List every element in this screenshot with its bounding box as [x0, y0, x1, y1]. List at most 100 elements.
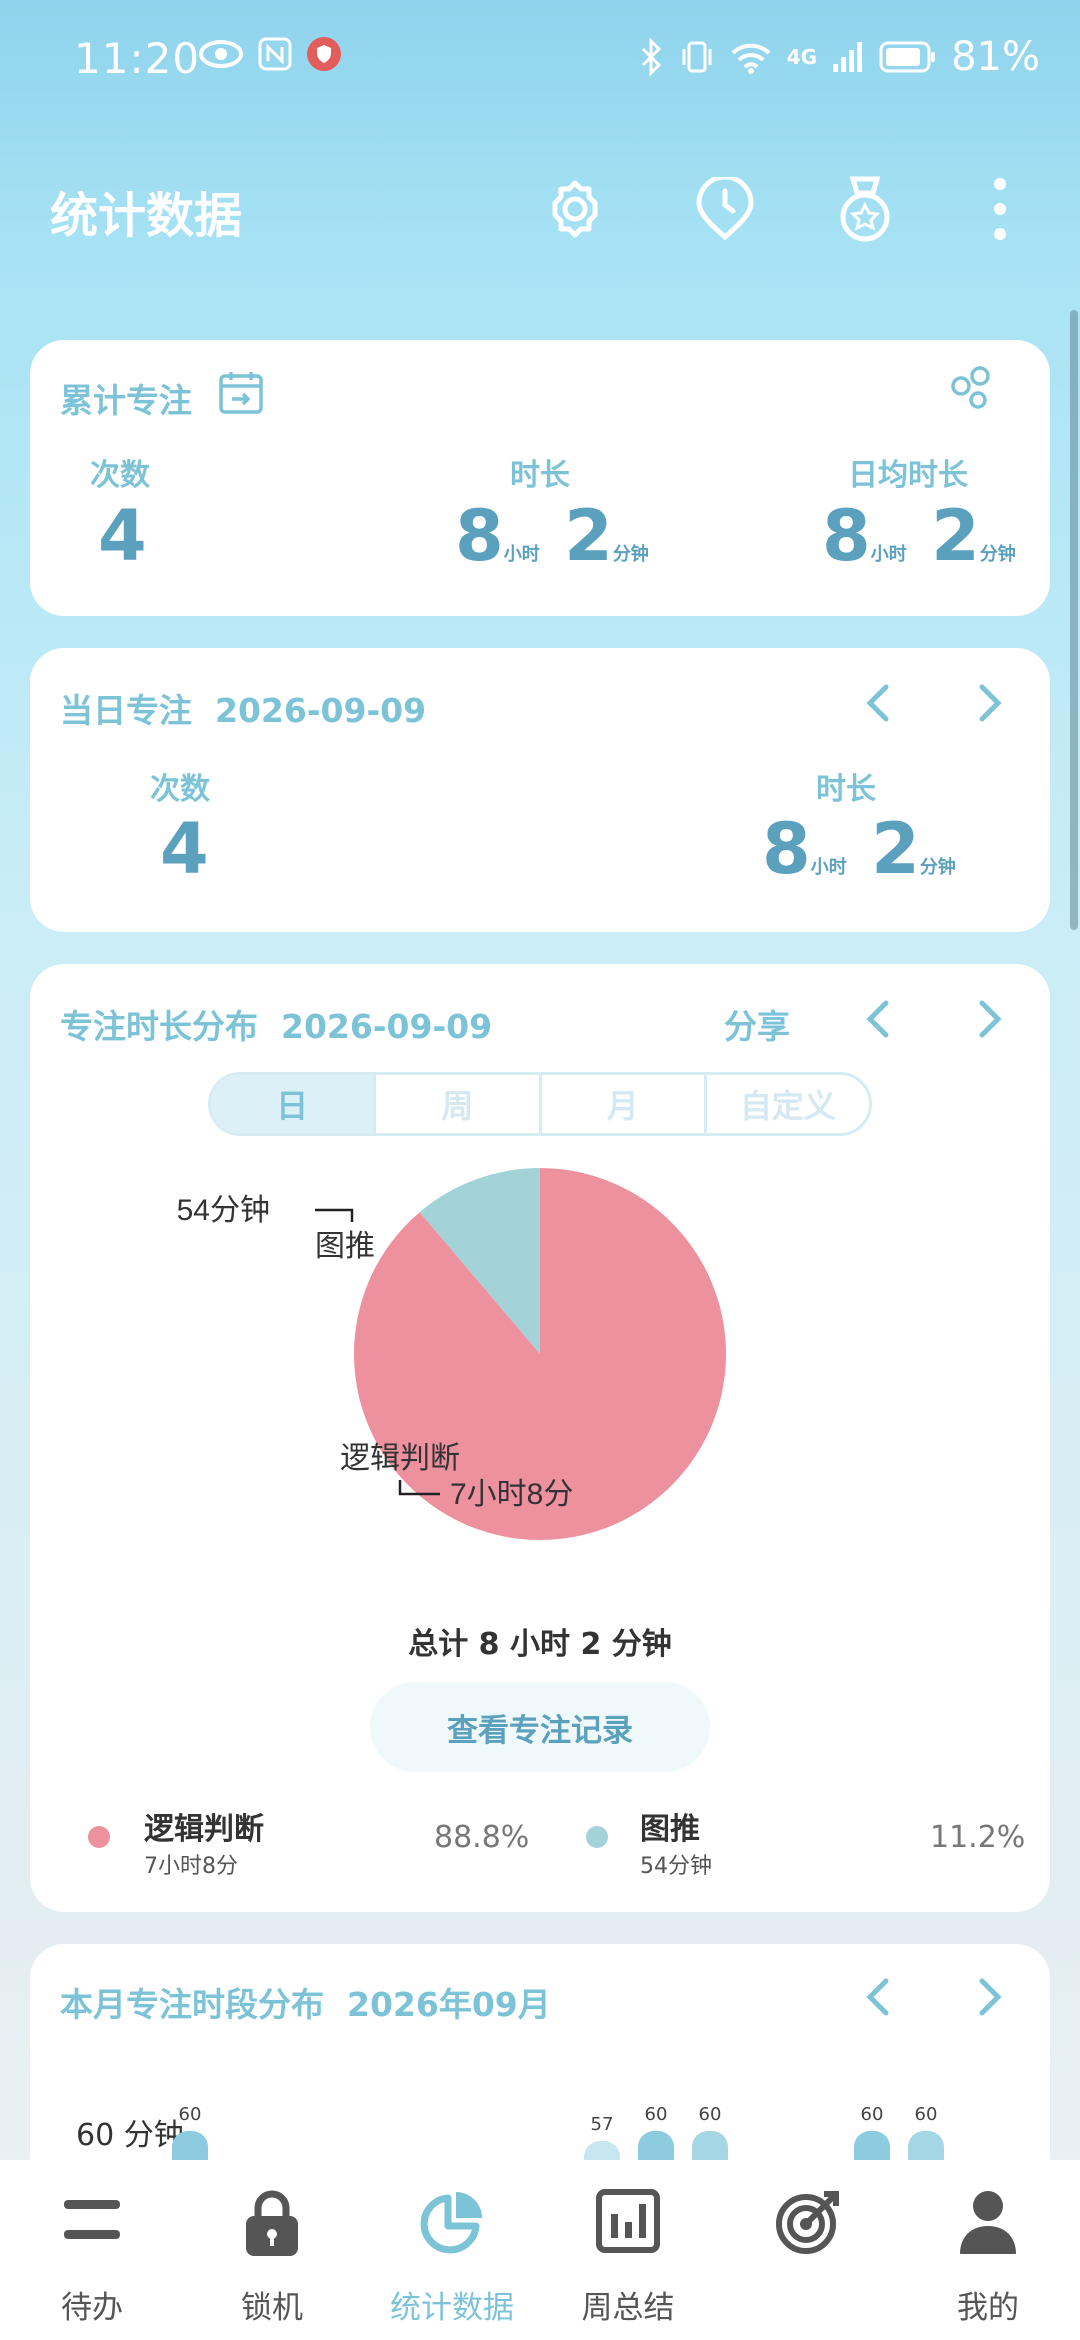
person-icon [960, 2191, 1016, 2254]
bar-value-label: 60 [914, 2104, 938, 2125]
distribution-title: 专注时长分布 2026-09-09 [60, 1000, 492, 1048]
day-focus-card: 当日专注 2026-09-09 次数 4 时长 8小时 2分钟 [30, 648, 1050, 932]
calendar-export-icon[interactable] [218, 370, 264, 416]
nav-profile[interactable]: 我的 [898, 2160, 1078, 2340]
distribution-title-text: 专注时长分布 [60, 1007, 258, 1046]
bluetooth-icon [641, 37, 661, 77]
avg-duration-value: 8小时 2分钟 [822, 495, 1016, 577]
bar-board-icon [596, 2189, 660, 2253]
chevron-right-icon [979, 1000, 1002, 1038]
minute-unit: 分钟 [919, 857, 956, 878]
nav-statistics[interactable]: 统计数据 [362, 2160, 542, 2340]
target-icon [776, 2191, 839, 2254]
vibrate-icon [682, 41, 712, 73]
legend-name-graph: 图推 [640, 1812, 700, 1847]
segment-month[interactable]: 月 [542, 1075, 707, 1133]
wifi-icon [731, 43, 771, 74]
legend-percent-graph: 11.2% [930, 1820, 1026, 1855]
hour-unit: 小时 [870, 544, 907, 565]
nav-goals[interactable] [718, 2160, 898, 2340]
pie-value-label-large: 7小时8分 [450, 1478, 573, 1511]
nav-lock[interactable]: 锁机 [182, 2160, 362, 2340]
chevron-right-icon [979, 684, 1002, 722]
pie-chart-icon [420, 2192, 482, 2254]
nav-label: 待办 [61, 2290, 123, 2326]
more-menu-button[interactable] [965, 174, 1035, 244]
page-title: 统计数据 [50, 188, 243, 244]
total-focus-card: 累计专注 次数 4 时长 8小时 2分钟 日均时长 8小时 2分钟 [30, 340, 1050, 616]
share-button[interactable]: 分享 [724, 1000, 790, 1048]
gear-icon [552, 180, 598, 238]
day-focus-title: 当日专注 2026-09-09 [60, 684, 426, 732]
history-button[interactable] [690, 174, 760, 244]
avg-duration-label: 日均时长 [848, 458, 968, 493]
avg-duration-hours: 8 [822, 495, 871, 577]
nav-todo[interactable]: 待办 [2, 2160, 182, 2340]
total-focus-title: 累计专注 [60, 381, 192, 420]
signal-icon [833, 42, 863, 72]
network-type: 4G [786, 45, 818, 69]
nav-weekly-summary[interactable]: 周总结 [538, 2160, 718, 2340]
lock-icon [246, 2190, 298, 2256]
segment-custom[interactable]: 自定义 [707, 1075, 869, 1133]
avg-duration-minutes: 2 [931, 495, 980, 577]
chevron-left-icon [866, 684, 889, 722]
hour-unit: 小时 [503, 544, 540, 565]
total-duration-hours: 8 [455, 495, 504, 577]
hour-unit: 小时 [810, 857, 847, 878]
total-count-value: 4 [98, 495, 147, 577]
y-axis-label: 60 分钟 [76, 2118, 184, 2153]
view-records-button[interactable]: 查看专注记录 [370, 1682, 710, 1772]
status-bar: 11:20 4G 81% [0, 0, 1080, 120]
bottom-nav: 待办 锁机 统计数据 周总结 我的 [0, 2160, 1080, 2340]
shield-icon [307, 37, 341, 71]
minute-unit: 分钟 [612, 544, 649, 565]
legend-time-graph: 54分钟 [640, 1854, 712, 1879]
battery-percent: 81% [951, 34, 1040, 80]
bar-value-label: 60 [860, 2104, 884, 2125]
segment-week[interactable]: 周 [376, 1075, 542, 1133]
day-duration-label: 时长 [816, 772, 876, 807]
more-vertical-icon [994, 178, 1006, 240]
clock-pin-icon [696, 177, 754, 241]
achievements-button[interactable] [830, 174, 900, 244]
month-prev-button[interactable] [852, 1972, 902, 2022]
month-period-title-text: 本月专注时段分布 [60, 1985, 324, 2024]
legend-dot-logic [88, 1826, 110, 1848]
day-duration-minutes: 2 [871, 808, 920, 890]
status-right-icons: 4G 81% [639, 34, 1040, 80]
day-count-label: 次数 [150, 772, 210, 807]
total-duration-minutes: 2 [564, 495, 613, 577]
eye-icon [199, 40, 243, 68]
scrollbar[interactable] [1070, 310, 1078, 930]
nav-label: 我的 [957, 2290, 1019, 2326]
day-duration-value: 8小时 2分钟 [762, 808, 956, 890]
dist-prev-button[interactable] [852, 994, 902, 1044]
status-time: 11:20 [74, 34, 201, 83]
dist-next-button[interactable] [966, 994, 1016, 1044]
list-icon [64, 2200, 120, 2239]
nav-label: 周总结 [581, 2290, 675, 2326]
pie-value-label-small: 54分钟 [177, 1194, 270, 1227]
distribution-card: 专注时长分布 2026-09-09 分享 日 周 月 自定义 54分钟 图推 逻… [30, 964, 1050, 1912]
pie-leader-line-small [315, 1208, 354, 1222]
chevron-left-icon [866, 1978, 889, 2016]
pie-chart: 54分钟 图推 逻辑判断 7小时8分 [177, 1168, 727, 1540]
battery-icon [879, 41, 936, 73]
nfc-icon [258, 37, 292, 71]
segment-day[interactable]: 日 [211, 1075, 377, 1133]
total-summary: 总计 8 小时 2 分钟 [408, 1627, 672, 1662]
bar-value-label: 57 [590, 2114, 614, 2135]
app-bar: 统计数据 [0, 150, 1080, 270]
settings-button[interactable] [540, 174, 610, 244]
bar-value-label: 60 [644, 2104, 668, 2125]
bubbles-icon[interactable] [948, 364, 994, 410]
status-left-icons [198, 36, 342, 72]
day-prev-button[interactable] [852, 678, 902, 728]
nav-label: 锁机 [241, 2290, 303, 2326]
month-period-date: 2026年09月 [346, 1985, 551, 2024]
day-duration-hours: 8 [762, 808, 811, 890]
pie-slice-label-large: 逻辑判断 [340, 1442, 460, 1475]
day-next-button[interactable] [966, 678, 1016, 728]
month-next-button[interactable] [966, 1972, 1016, 2022]
